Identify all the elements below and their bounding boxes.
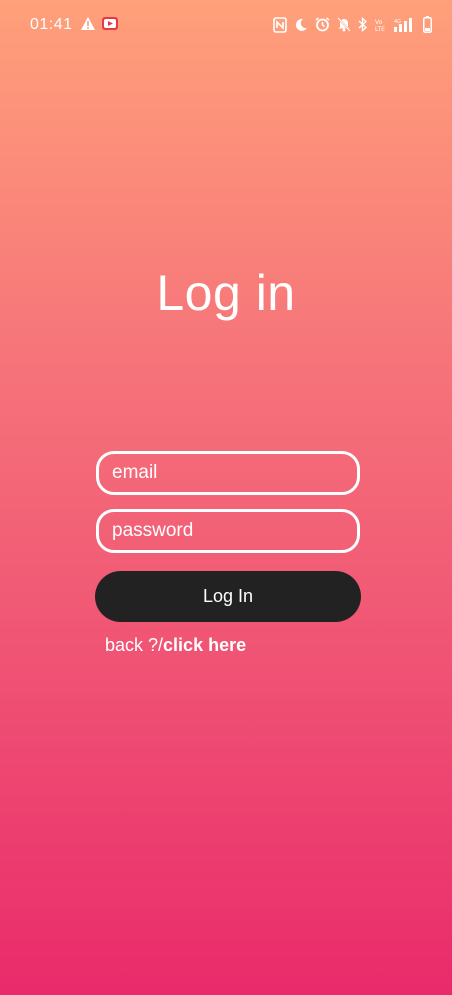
nfc-icon	[273, 16, 287, 33]
warning-icon	[80, 16, 96, 31]
bluetooth-icon	[358, 17, 368, 32]
status-time: 01:41	[30, 16, 73, 33]
login-button[interactable]: Log In	[95, 571, 361, 622]
back-row: back ?/click here	[105, 635, 246, 656]
email-field[interactable]	[96, 451, 360, 495]
youtube-icon	[102, 16, 118, 31]
status-left-icons	[80, 16, 118, 31]
password-field[interactable]	[96, 509, 360, 553]
moon-icon	[294, 18, 308, 32]
notifications-off-icon	[337, 17, 351, 32]
volte-icon: Vo LTE	[375, 17, 387, 32]
status-bar: 01:41 Vo LTE 4G	[0, 0, 452, 52]
status-right-icons: Vo LTE 4G	[273, 16, 432, 33]
svg-text:Vo: Vo	[375, 19, 383, 26]
svg-text:4G: 4G	[394, 19, 401, 25]
svg-text:LTE: LTE	[375, 26, 385, 32]
back-prefix-text: back ?/	[105, 635, 164, 655]
click-here-link[interactable]: click here	[163, 635, 246, 655]
signal-icon: 4G	[394, 17, 416, 32]
alarm-icon	[315, 17, 330, 32]
battery-icon	[423, 16, 432, 33]
page-title: Log in	[156, 265, 296, 321]
